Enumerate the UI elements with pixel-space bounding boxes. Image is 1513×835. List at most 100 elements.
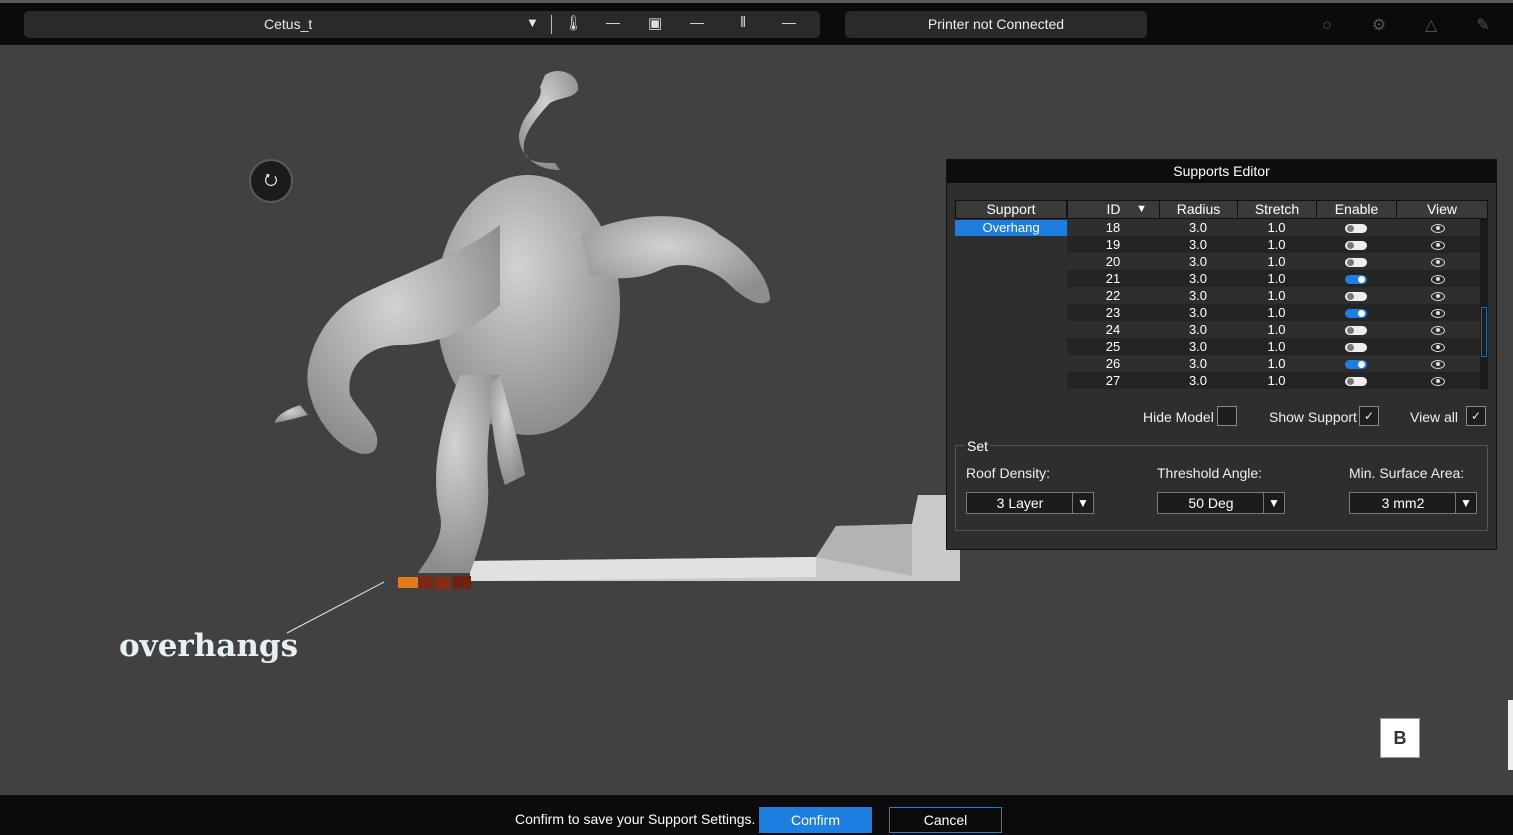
eye-icon[interactable] [1431,326,1445,336]
rotate-view-icon[interactable]: ⭮ [264,172,277,189]
cell-radius[interactable]: 3.0 [1159,338,1237,355]
cell-radius[interactable]: 3.0 [1159,236,1237,253]
cell-stretch[interactable]: 1.0 [1237,338,1316,355]
enable-toggle[interactable] [1345,343,1367,353]
table-row[interactable]: 23 3.0 1.0 [1067,304,1488,321]
printer-selector[interactable]: Cetus_t ▼ 🌡 — ▣ — ‖ — [24,11,820,38]
cell-stretch[interactable]: 1.0 [1237,236,1316,253]
eye-icon[interactable] [1431,343,1445,353]
hide-model-checkbox[interactable] [1217,406,1237,426]
panel-title: Supports Editor [947,160,1496,183]
cancel-button[interactable]: Cancel [889,807,1002,833]
cell-stretch[interactable]: 1.0 [1237,355,1316,372]
eye-icon[interactable] [1431,292,1445,302]
confirm-button[interactable]: Confirm [759,807,872,833]
nozzle-temp-icon: 🌡 [564,15,584,32]
table-row[interactable]: 20 3.0 1.0 [1067,253,1488,270]
cell-stretch[interactable]: 1.0 [1237,321,1316,338]
cell-enable [1316,219,1396,236]
roof-density-select[interactable]: 3 Layer ▼ [966,492,1094,514]
camera-icon[interactable]: ○ [1314,13,1340,39]
table-row[interactable]: 26 3.0 1.0 [1067,355,1488,372]
chevron-down-icon[interactable]: ▼ [526,15,539,30]
cell-id: 22 [1105,288,1121,303]
threshold-angle-select[interactable]: 50 Deg ▼ [1157,492,1285,514]
cell-stretch[interactable]: 1.0 [1237,219,1316,236]
enable-toggle[interactable] [1345,309,1367,319]
edit-icon[interactable]: ✎ [1470,13,1496,39]
bed-temp-value: — [690,14,704,30]
cell-radius[interactable]: 3.0 [1159,355,1237,372]
column-stretch[interactable]: Stretch [1238,201,1317,218]
enable-toggle[interactable] [1345,275,1367,285]
cell-radius[interactable]: 3.0 [1159,321,1237,338]
chevron-down-icon[interactable]: ▼ [1263,493,1284,513]
overhang-supports[interactable] [398,576,471,589]
eye-icon[interactable] [1431,377,1445,387]
eye-icon[interactable] [1431,241,1445,251]
eye-icon[interactable] [1431,258,1445,268]
annotation-leader-line [286,581,385,634]
gear-icon[interactable]: ⚙ [1366,13,1392,39]
eye-icon[interactable] [1431,360,1445,370]
enable-toggle[interactable] [1345,241,1367,251]
cell-radius[interactable]: 3.0 [1159,304,1237,321]
chevron-down-icon[interactable]: ▼ [1455,493,1476,513]
eye-icon[interactable] [1431,275,1445,285]
show-support-checkbox[interactable]: ✓ [1359,406,1379,426]
cell-radius[interactable]: 3.0 [1159,372,1237,389]
table-row[interactable]: 18 3.0 1.0 [1067,219,1488,236]
cell-stretch[interactable]: 1.0 [1237,287,1316,304]
table-header: ID ▼ Radius Stretch Enable View [1067,200,1488,219]
sort-icon[interactable]: ▼ [1136,201,1147,218]
eye-icon[interactable] [1431,224,1445,234]
support-item-overhang[interactable]: Overhang [955,220,1067,236]
cell-radius[interactable]: 3.0 [1159,287,1237,304]
divider [551,15,552,34]
table-row[interactable]: 19 3.0 1.0 [1067,236,1488,253]
column-radius[interactable]: Radius [1160,201,1238,218]
cell-stretch[interactable]: 1.0 [1237,253,1316,270]
table-row[interactable]: 25 3.0 1.0 [1067,338,1488,355]
view-all-checkbox[interactable]: ✓ [1466,406,1486,426]
cell-id: 26 [1105,356,1121,371]
table-row[interactable]: 24 3.0 1.0 [1067,321,1488,338]
cell-view [1396,338,1480,355]
build-plate [470,495,960,581]
enable-toggle[interactable] [1345,360,1367,370]
table-scrollbar[interactable] [1480,219,1488,389]
eye-icon[interactable] [1431,309,1445,319]
cell-view [1396,321,1480,338]
side-panel-tab[interactable] [1508,700,1513,770]
cell-id: 21 [1105,271,1121,286]
table-row[interactable]: 27 3.0 1.0 [1067,372,1488,389]
chevron-down-icon[interactable]: ▼ [1072,493,1093,513]
table-row[interactable]: 21 3.0 1.0 [1067,270,1488,287]
cell-stretch[interactable]: 1.0 [1237,372,1316,389]
printer-status[interactable]: Printer not Connected [845,11,1147,38]
cell-radius[interactable]: 3.0 [1159,219,1237,236]
enable-toggle[interactable] [1345,377,1367,387]
cell-id: 23 [1105,305,1121,320]
enable-toggle[interactable] [1345,326,1367,336]
cell-radius[interactable]: 3.0 [1159,270,1237,287]
column-id[interactable]: ID ▼ [1068,201,1160,218]
column-view[interactable]: View [1397,201,1487,218]
scroll-thumb[interactable] [1481,307,1487,357]
show-support-label: Show Support [1269,409,1357,425]
confirm-bar: Confirm to save your Support Settings. C… [0,795,1513,835]
shirt-icon[interactable]: △ [1418,13,1444,39]
overhangs-annotation: overhangs [119,628,299,664]
min-surface-area-select[interactable]: 3 mm2 ▼ [1349,492,1477,514]
enable-toggle[interactable] [1345,292,1367,302]
enable-toggle[interactable] [1345,258,1367,268]
cell-radius[interactable]: 3.0 [1159,253,1237,270]
cell-stretch[interactable]: 1.0 [1237,304,1316,321]
table-row[interactable]: 22 3.0 1.0 [1067,287,1488,304]
b-button[interactable]: B [1380,718,1420,758]
cell-stretch[interactable]: 1.0 [1237,270,1316,287]
cell-enable [1316,372,1396,389]
column-enable[interactable]: Enable [1317,201,1397,218]
enable-toggle[interactable] [1345,224,1367,234]
view-cube-button[interactable]: ⭮ [249,159,293,203]
